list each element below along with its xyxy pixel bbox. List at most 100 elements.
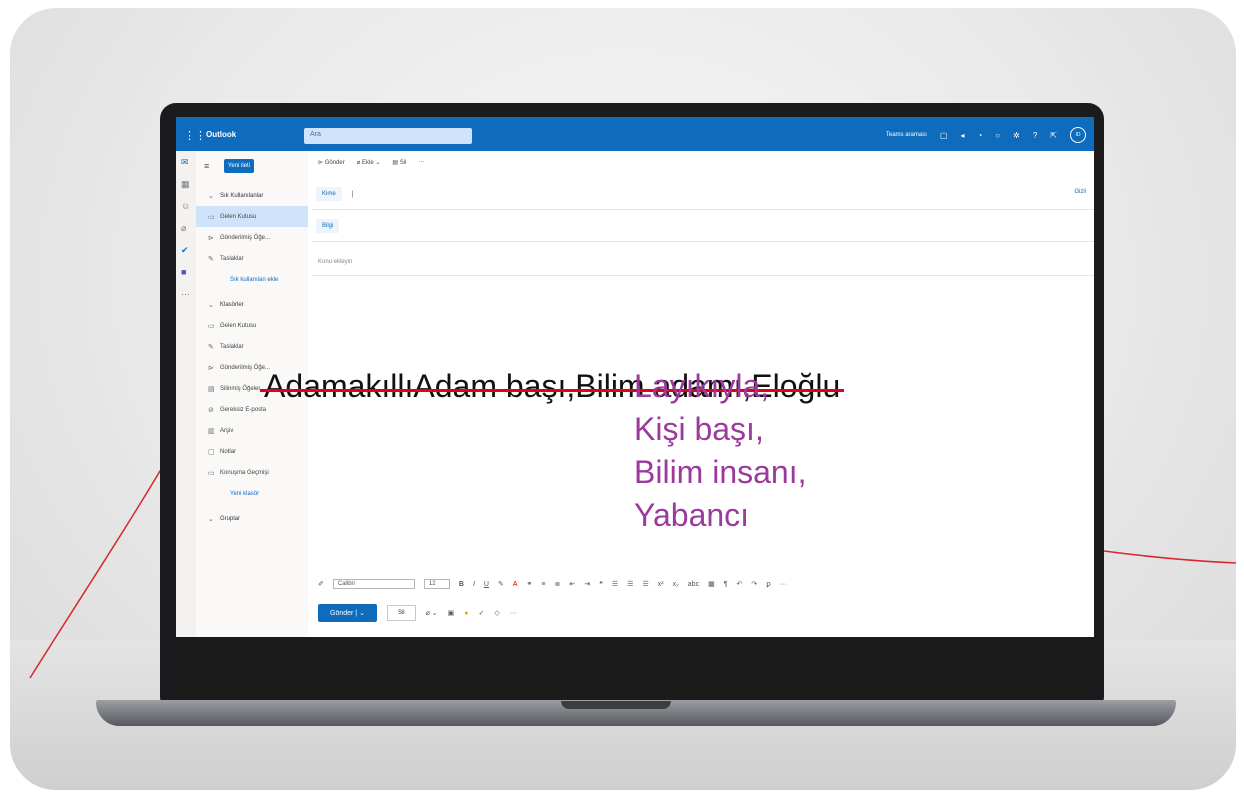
font-color-icon[interactable]: A bbox=[513, 581, 518, 588]
quote-icon[interactable]: ❝ bbox=[599, 580, 603, 588]
menu-icon[interactable]: ≡ bbox=[204, 161, 209, 171]
sidebar-item[interactable]: Sık kullanılan ekle bbox=[196, 269, 308, 290]
help-icon[interactable]: ? bbox=[1033, 131, 1037, 140]
to-input-cursor[interactable]: | bbox=[352, 191, 354, 198]
new-mail-button[interactable]: Yeni ileti bbox=[224, 159, 254, 173]
bcc-button[interactable]: Gizli bbox=[1074, 189, 1086, 195]
sidebar-item-label: Gereksiz E-posta bbox=[220, 406, 267, 413]
megaphone-icon[interactable]: ◂ bbox=[960, 131, 964, 140]
sidebar-item[interactable]: ⌄ Klasörler bbox=[196, 294, 308, 315]
mail-icon[interactable]: ✉ bbox=[181, 157, 189, 168]
screen-bezel bbox=[176, 637, 1094, 698]
italic-icon[interactable]: I bbox=[473, 581, 475, 588]
sidebar-item[interactable]: ▭ Gelen Kutusu bbox=[196, 315, 308, 336]
top-bar: ⋮⋮ Outlook Ara Teams araması ▢ ◂ ◔ ○ ✲ ?… bbox=[176, 117, 1094, 151]
feedback-icon[interactable]: ⇱ bbox=[1050, 131, 1057, 140]
send-icon: ⊳ bbox=[208, 364, 214, 372]
todo-icon[interactable]: ✔ bbox=[181, 245, 189, 256]
undo-icon[interactable]: ↶ bbox=[736, 580, 742, 588]
sidebar-item[interactable]: ▢ Notlar bbox=[196, 441, 308, 462]
chevron-down-icon: ⌄ bbox=[208, 515, 214, 523]
sidebar-item[interactable]: ▥ Arşiv bbox=[196, 420, 308, 441]
sidebar-item[interactable]: Yeni klasör bbox=[196, 483, 308, 504]
image-icon[interactable]: ▣ bbox=[448, 609, 455, 617]
people-icon[interactable]: ☺ bbox=[181, 201, 190, 211]
send-button[interactable]: Gönder | ⌄ bbox=[318, 604, 377, 622]
subscript-icon[interactable]: x₂ bbox=[673, 581, 679, 588]
teams-icon[interactable]: ■ bbox=[181, 267, 186, 277]
to-button[interactable]: Kime bbox=[316, 187, 342, 201]
sidebar-item-label: Taslaklar bbox=[220, 343, 244, 350]
more-apps-icon[interactable]: ··· bbox=[181, 289, 190, 299]
link-icon[interactable]: ⚭ bbox=[527, 580, 533, 588]
bullets-icon[interactable]: ≡ bbox=[541, 581, 545, 588]
gear-icon[interactable]: ✲ bbox=[1013, 131, 1020, 140]
highlight-icon[interactable]: ✎ bbox=[498, 580, 504, 588]
inbox-icon: ▭ bbox=[208, 322, 215, 330]
calendar-rail-icon[interactable]: ▦ bbox=[181, 179, 190, 190]
bell-icon[interactable]: ◔ bbox=[977, 131, 982, 140]
replacement-word: Layıkıyla, bbox=[634, 368, 770, 404]
attach-icon[interactable]: ⌀ ⌄ bbox=[426, 609, 438, 617]
subject-input[interactable]: Konu ekleyin bbox=[318, 259, 352, 265]
attachment-rail-icon[interactable]: ⌀ bbox=[181, 223, 186, 234]
more-send-options-icon[interactable]: ··· bbox=[510, 610, 517, 617]
indent-icon[interactable]: ⇥ bbox=[584, 580, 590, 588]
sidebar-item-label: Sık kullanılan ekle bbox=[230, 276, 279, 283]
cc-row: Bilgi bbox=[316, 215, 340, 237]
emoji-icon[interactable]: ● bbox=[464, 610, 468, 617]
redo-icon[interactable]: ↷ bbox=[751, 580, 757, 588]
chevron-down-icon: ⌄ bbox=[208, 301, 214, 309]
font-size-select[interactable]: 12 bbox=[423, 579, 450, 589]
sidebar-item[interactable]: ✎ Taslaklar bbox=[196, 336, 308, 357]
calendar-icon[interactable]: ▢ bbox=[940, 131, 948, 140]
toolbar-attach-button[interactable]: ⌀ Ekle ⌄ bbox=[357, 159, 381, 166]
font-select[interactable]: Calibri bbox=[332, 579, 415, 589]
cc-button[interactable]: Bilgi bbox=[316, 219, 340, 233]
underline-icon[interactable]: U bbox=[484, 581, 489, 588]
align-left-icon[interactable]: ☰ bbox=[612, 580, 618, 588]
sidebar-item[interactable]: ▭ Konuşma Geçmişi bbox=[196, 462, 308, 483]
pencil-icon: ✎ bbox=[208, 343, 214, 351]
sidebar-item-label: Taslaklar bbox=[220, 255, 244, 262]
discard-button[interactable]: Sil bbox=[386, 605, 416, 621]
toolbar-delete-button[interactable]: ▤ Sil bbox=[392, 159, 406, 166]
more-format-icon[interactable]: ··· bbox=[780, 581, 787, 588]
toolbar-send-button[interactable]: ⊳ Gönder bbox=[318, 159, 345, 166]
more-options-icon[interactable]: ··· bbox=[418, 159, 424, 165]
archive-icon: ▥ bbox=[208, 427, 215, 435]
strikethrough-icon[interactable]: abc bbox=[688, 581, 699, 588]
outdent-icon[interactable]: ⇤ bbox=[569, 580, 575, 588]
sidebar-item[interactable]: ✎ Taslaklar bbox=[196, 248, 308, 269]
align-right-icon[interactable]: ☰ bbox=[642, 580, 648, 588]
struck-word-row: Adamakıllı bbox=[259, 365, 418, 408]
ltr-icon[interactable]: ¶ bbox=[724, 581, 728, 588]
search-input[interactable]: Ara bbox=[304, 128, 472, 144]
numbering-icon[interactable]: ≣ bbox=[554, 580, 560, 588]
send-button-label: Gönder bbox=[330, 610, 354, 617]
app-launcher-icon[interactable]: ⋮⋮ bbox=[184, 129, 206, 142]
top-right-actions: Teams araması ▢ ◂ ◔ ○ ✲ ? ⇱ ID bbox=[886, 127, 1086, 143]
superscript-icon[interactable]: x² bbox=[658, 581, 664, 588]
loop-icon[interactable]: ◇ bbox=[494, 609, 499, 617]
folder-icon: ▭ bbox=[208, 469, 215, 477]
replacement-word: Yabancı bbox=[634, 497, 750, 533]
sidebar-item[interactable]: ⌄ Sık Kullanılanlar bbox=[196, 185, 308, 206]
align-center-icon[interactable]: ☰ bbox=[627, 580, 633, 588]
sidebar-item[interactable]: ⌄ Gruplar bbox=[196, 508, 308, 529]
teams-search[interactable]: Teams araması bbox=[886, 132, 927, 138]
lightbulb-icon[interactable]: ○ bbox=[995, 131, 1000, 140]
avatar[interactable]: ID bbox=[1070, 127, 1086, 143]
sidebar-item-label: Gelen Kutusu bbox=[220, 213, 257, 220]
editor-icon[interactable]: ✓ bbox=[479, 609, 485, 617]
format-painter-icon[interactable]: ✐ bbox=[318, 580, 324, 588]
inbox-icon: ▭ bbox=[208, 213, 215, 221]
sidebar-item[interactable]: ▭ Gelen Kutusu bbox=[196, 206, 308, 227]
sidebar-item-label: Notlar bbox=[220, 448, 237, 455]
outlook-window: ⋮⋮ Outlook Ara Teams araması ▢ ◂ ◔ ○ ✲ ?… bbox=[176, 117, 1094, 637]
clear-format-icon[interactable]: ꝑ bbox=[766, 580, 770, 588]
bold-icon[interactable]: B bbox=[459, 581, 464, 588]
table-icon[interactable]: ▦ bbox=[708, 580, 715, 588]
sidebar-item[interactable]: ⊳ Gönderilmiş Öğe... bbox=[196, 227, 308, 248]
sidebar-item-label: Gelen Kutusu bbox=[220, 322, 257, 329]
